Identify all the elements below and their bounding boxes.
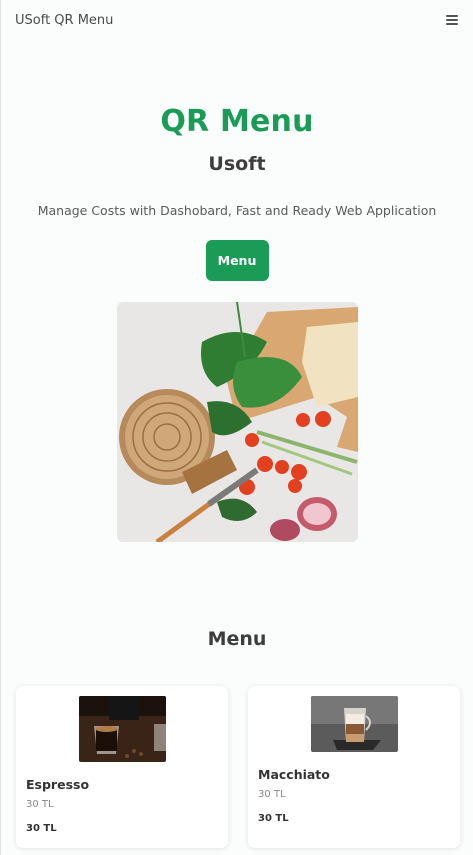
menu-item-name: Macchiato bbox=[258, 767, 330, 782]
menu-item-price-muted: 30 TL bbox=[258, 789, 286, 800]
menu-section-title: Menu bbox=[207, 628, 267, 650]
brand-link[interactable]: USoft QR Menu bbox=[15, 13, 113, 28]
menu-item-price: 30 TL bbox=[258, 813, 289, 824]
menu-card-macchiato[interactable]: Macchiato 30 TL 30 TL bbox=[248, 686, 460, 848]
hamburger-icon[interactable] bbox=[446, 15, 458, 25]
menu-card-info: Macchiato 30 TL 30 TL bbox=[258, 767, 330, 824]
espresso-image bbox=[78, 696, 166, 762]
hero-description: Manage Costs with Dashobard, Fast and Re… bbox=[37, 203, 437, 218]
menu-item-name: Espresso bbox=[26, 777, 90, 792]
hero-food-image bbox=[116, 302, 358, 542]
hero-section: QR Menu Usoft Manage Costs with Dashobar… bbox=[1, 104, 473, 542]
menu-item-price: 30 TL bbox=[26, 823, 57, 834]
menu-cards: Espresso 30 TL 30 TL Macchiato 30 TL 30 … bbox=[16, 686, 460, 848]
menu-button[interactable]: Menu bbox=[205, 240, 269, 281]
menu-card-info: Espresso 30 TL 30 TL bbox=[26, 777, 89, 834]
macchiato-image bbox=[310, 696, 398, 752]
navbar: USoft QR Menu bbox=[1, 0, 473, 40]
hero-title: QR Menu bbox=[160, 104, 314, 139]
hero-subtitle: Usoft bbox=[208, 153, 266, 175]
menu-card-espresso[interactable]: Espresso 30 TL 30 TL bbox=[16, 686, 228, 848]
menu-item-price-muted: 30 TL bbox=[26, 799, 54, 810]
